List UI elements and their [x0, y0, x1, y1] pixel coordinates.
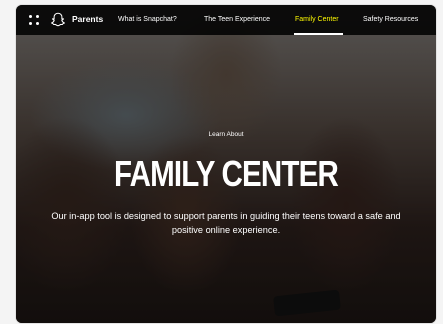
brand-label[interactable]: Parents [72, 14, 103, 24]
active-tab-indicator [294, 33, 343, 35]
nav-link-safety-resources[interactable]: Safety Resources [363, 16, 418, 23]
nav-link-what-is-snapchat[interactable]: What is Snapchat? [118, 16, 177, 23]
nav-link-family-center[interactable]: Family Center [295, 16, 339, 23]
top-navigation: Parents What is Snapchat? The Teen Exper… [16, 5, 436, 35]
hero-eyebrow: Learn About [208, 131, 244, 138]
nav-link-teen-experience[interactable]: The Teen Experience [204, 16, 270, 23]
grid-menu-icon[interactable] [29, 15, 40, 26]
hero-description: Our in-app tool is designed to support p… [51, 211, 401, 235]
hero-title: FAMILY CENTER [114, 153, 339, 194]
snapchat-ghost-icon[interactable] [49, 11, 67, 29]
browser-frame: Parents What is Snapchat? The Teen Exper… [16, 5, 436, 323]
